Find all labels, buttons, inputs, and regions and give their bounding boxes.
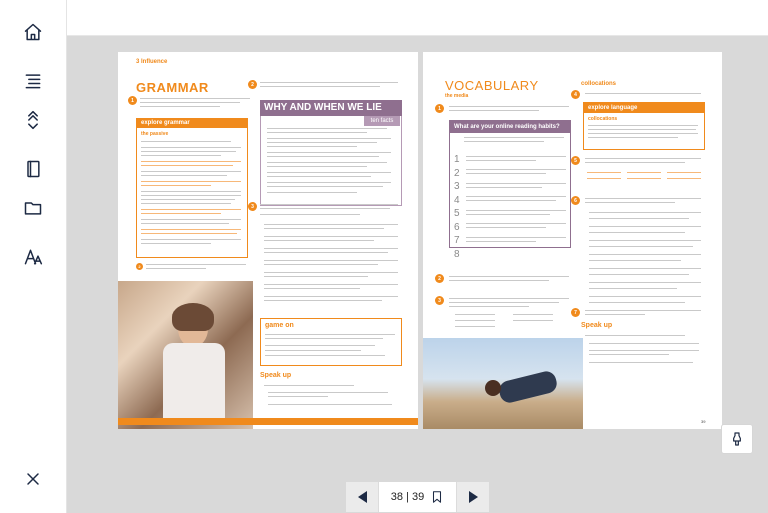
arrow-left-icon: [357, 491, 367, 503]
exercise-number: 1: [435, 104, 444, 113]
book-viewer[interactable]: 3 Influence GRAMMAR 1 explore grammar th…: [67, 36, 768, 513]
explore-language-title: explore language: [584, 103, 704, 113]
exercise-number: 7: [571, 308, 580, 317]
home-button[interactable]: [20, 19, 46, 45]
explore-grammar-box: explore grammar the passive: [136, 118, 248, 258]
exercise-number: 5: [571, 156, 580, 165]
exercise-number: 6: [571, 196, 580, 205]
previous-page-button[interactable]: [346, 482, 378, 512]
game-on-box: game on: [260, 318, 402, 366]
text-size-button[interactable]: [20, 244, 46, 270]
unit-label: 3 Influence: [136, 59, 168, 65]
explore-grammar-title: explore grammar: [137, 119, 247, 128]
collocations-heading: collocations: [581, 81, 617, 87]
vocabulary-heading: VOCABULARY: [445, 78, 539, 93]
media-subheading: the media: [445, 93, 469, 99]
close-button[interactable]: [20, 466, 46, 492]
page-navigator: 38 | 39: [346, 482, 489, 512]
beach-photo: [423, 338, 583, 429]
exercise-number: 2: [435, 274, 444, 283]
page-indicator-label: 38 | 39: [390, 491, 425, 503]
page-footer-bar: [118, 418, 418, 425]
facts-box: [260, 116, 402, 206]
exercise-number: 3: [248, 202, 257, 211]
marker-button[interactable]: [721, 424, 753, 454]
reading-habits-box: What are your online reading habits? 123…: [449, 120, 571, 260]
arrow-right-icon: [468, 491, 478, 503]
page-indicator: 38 | 39: [378, 482, 457, 512]
collocations-subheading: collocations: [588, 116, 618, 122]
font-size-icon: [24, 249, 43, 265]
exercise-number: 4: [571, 90, 580, 99]
why-and-when-banner: WHY AND WHEN WE LIE: [260, 100, 402, 116]
girl-photo: [118, 281, 253, 429]
reading-habits-question: What are your online reading habits?: [450, 121, 570, 133]
list-icon: [25, 74, 41, 89]
contents-button[interactable]: [20, 68, 46, 94]
question-numbers: 12345678: [454, 154, 460, 260]
next-page-button[interactable]: [457, 482, 489, 512]
speak-up-heading-right: Speak up: [581, 322, 613, 329]
notebook-button[interactable]: [20, 156, 46, 182]
sidebar: [0, 0, 67, 513]
notebook-icon: [27, 160, 40, 178]
marker-icon: [733, 432, 741, 446]
expand-icon: [28, 110, 38, 130]
close-icon: [27, 473, 39, 485]
exercise-number: 2: [136, 263, 143, 270]
folder-button[interactable]: [20, 195, 46, 221]
book-page-left: 3 Influence GRAMMAR 1 explore grammar th…: [118, 52, 418, 429]
speak-up-heading: Speak up: [260, 372, 292, 379]
book-page-right: VOCABULARY the media 1 What are your onl…: [423, 52, 722, 429]
exercise-number: 3: [435, 296, 444, 305]
explore-language-box: explore language collocations: [583, 102, 705, 150]
game-on-title: game on: [265, 322, 294, 329]
expand-button[interactable]: [20, 107, 46, 133]
bookmark-icon[interactable]: [430, 490, 444, 504]
top-bar: [67, 0, 768, 36]
folder-icon: [24, 202, 42, 215]
grammar-heading: GRAMMAR: [136, 80, 209, 95]
exercise-number: 1: [128, 96, 137, 105]
passive-subheading: the passive: [141, 131, 169, 137]
home-icon: [24, 23, 42, 41]
exercise-number: 2: [248, 80, 257, 89]
page-number: 39: [701, 419, 706, 424]
